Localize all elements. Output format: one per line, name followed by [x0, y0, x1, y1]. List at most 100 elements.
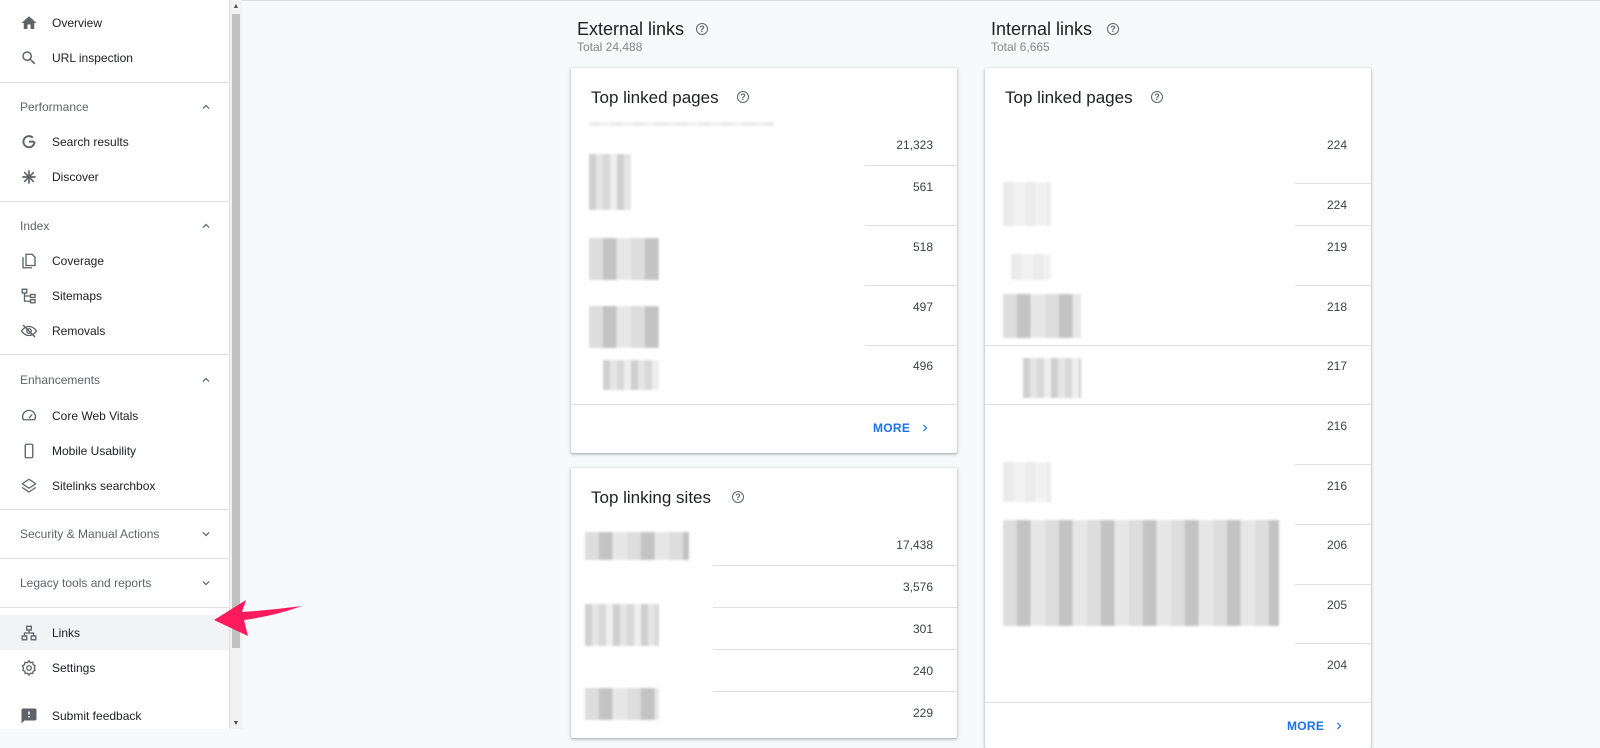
table-row-value: 224	[1326, 198, 1347, 212]
redacted-url	[1003, 462, 1051, 502]
chevron-down-icon	[199, 527, 213, 541]
divider	[0, 607, 229, 608]
divider	[0, 354, 229, 355]
redacted-url	[585, 604, 659, 646]
row-divider	[985, 404, 1371, 405]
nav-sitelinks-searchbox[interactable]: Sitelinks searchbox	[0, 468, 229, 503]
external-top-linking-sites-card: Top linking sites ? 17,438 3,576 301 240…	[571, 468, 957, 738]
nav-mobile-usability-label: Mobile Usability	[52, 443, 137, 458]
nav-coverage[interactable]: Coverage	[0, 243, 229, 278]
nav-search-results[interactable]: Search results	[0, 124, 229, 159]
help-icon[interactable]: ?	[696, 23, 708, 35]
nav-submit-feedback[interactable]: Submit feedback	[0, 698, 229, 729]
row-divider	[713, 565, 957, 566]
internal-top-linked-pages-card: Top linked pages ? 224 224 219 218 217 2…	[985, 68, 1371, 748]
divider	[0, 558, 229, 559]
divider	[0, 82, 229, 83]
section-legacy-tools[interactable]: Legacy tools and reports	[0, 568, 229, 598]
card-title: Top linking sites	[591, 488, 712, 507]
table-row-value: 205	[1326, 598, 1347, 612]
divider	[0, 201, 229, 202]
row-divider	[865, 165, 957, 166]
nav-sitemaps[interactable]: Sitemaps	[0, 278, 229, 313]
table-row-value: 518	[912, 240, 933, 254]
row-divider	[985, 345, 1371, 346]
sidebar-scrollbar-thumb[interactable]	[232, 14, 240, 648]
external-links-title: External links	[577, 19, 685, 39]
more-button-label: MORE	[1287, 719, 1325, 733]
redacted-url	[585, 688, 659, 720]
nav-discover-label: Discover	[52, 169, 99, 184]
help-icon[interactable]: ?	[737, 91, 749, 103]
redacted-url	[585, 532, 689, 560]
section-performance-label: Performance	[20, 100, 89, 114]
row-divider	[713, 607, 957, 608]
redacted-url	[589, 238, 659, 280]
smartphone-icon	[20, 442, 38, 460]
section-enhancements[interactable]: Enhancements	[0, 365, 229, 395]
table-row-value: 497	[912, 300, 933, 314]
scroll-down-arrow-icon[interactable]: ▼	[230, 717, 242, 729]
nav-settings[interactable]: Settings	[0, 650, 229, 685]
asterisk-icon	[20, 168, 38, 186]
nav-removals[interactable]: Removals	[0, 313, 229, 348]
nav-links[interactable]: Links	[0, 615, 229, 650]
google-g-icon	[20, 133, 38, 151]
nav-core-web-vitals[interactable]: Core Web Vitals	[0, 398, 229, 433]
external-links-total: Total 24,488	[577, 40, 643, 54]
scroll-up-arrow-icon[interactable]: ▲	[230, 0, 242, 12]
layers-icon	[20, 477, 38, 495]
redacted-url	[1003, 520, 1279, 626]
section-enhancements-label: Enhancements	[20, 373, 101, 387]
nav-sitelinks-searchbox-label: Sitelinks searchbox	[52, 478, 156, 493]
redacted-url	[589, 154, 631, 210]
section-index-label: Index	[20, 219, 50, 233]
redacted-url	[589, 122, 774, 126]
help-icon[interactable]: ?	[1107, 23, 1119, 35]
table-row-value: 204	[1326, 658, 1347, 672]
section-index[interactable]: Index	[0, 211, 229, 241]
nav-overview[interactable]: Overview	[0, 5, 229, 40]
section-legacy-label: Legacy tools and reports	[20, 576, 152, 590]
redacted-url	[1011, 254, 1051, 280]
table-row-value: 217	[1326, 359, 1347, 373]
section-performance[interactable]: Performance	[0, 92, 229, 122]
section-security-manual-actions[interactable]: Security & Manual Actions	[0, 519, 229, 549]
nav-sitemaps-label: Sitemaps	[52, 288, 103, 303]
chevron-up-icon	[199, 373, 213, 387]
nav-coverage-label: Coverage	[52, 253, 105, 268]
table-row-value: 240	[912, 664, 933, 678]
table-row-value: 218	[1326, 300, 1347, 314]
help-icon[interactable]: ?	[1151, 91, 1163, 103]
card-footer-divider	[571, 404, 957, 405]
search-icon	[20, 49, 38, 67]
sidebar: Overview URL inspection Performance Sear…	[0, 0, 230, 729]
row-divider	[1295, 183, 1371, 184]
nav-discover[interactable]: Discover	[0, 159, 229, 194]
nav-links-label: Links	[52, 625, 81, 640]
chevron-up-icon	[199, 100, 213, 114]
table-row-value: 561	[912, 180, 933, 194]
annotation-arrow-icon	[214, 600, 302, 636]
more-button[interactable]: MORE	[873, 421, 932, 435]
home-icon	[20, 14, 38, 32]
table-row-value: 206	[1326, 538, 1347, 552]
nav-url-inspection[interactable]: URL inspection	[0, 40, 229, 75]
table-row-value: 219	[1326, 240, 1347, 254]
more-button[interactable]: MORE	[1287, 719, 1346, 733]
help-icon[interactable]: ?	[732, 491, 744, 503]
section-security-label: Security & Manual Actions	[20, 527, 160, 541]
redacted-url	[1023, 358, 1081, 398]
row-divider	[865, 285, 957, 286]
nav-core-web-vitals-label: Core Web Vitals	[52, 408, 139, 423]
nav-search-results-label: Search results	[52, 134, 129, 149]
redacted-url	[589, 306, 659, 348]
internal-links-total: Total 6,665	[991, 40, 1050, 54]
card-footer-divider	[985, 702, 1371, 703]
file-copy-icon	[20, 252, 38, 270]
nav-mobile-usability[interactable]: Mobile Usability	[0, 433, 229, 468]
card-title: Top linked pages	[1005, 88, 1133, 107]
table-row-value: 21,323	[896, 138, 933, 152]
row-divider	[865, 345, 957, 346]
chevron-up-icon	[199, 219, 213, 233]
